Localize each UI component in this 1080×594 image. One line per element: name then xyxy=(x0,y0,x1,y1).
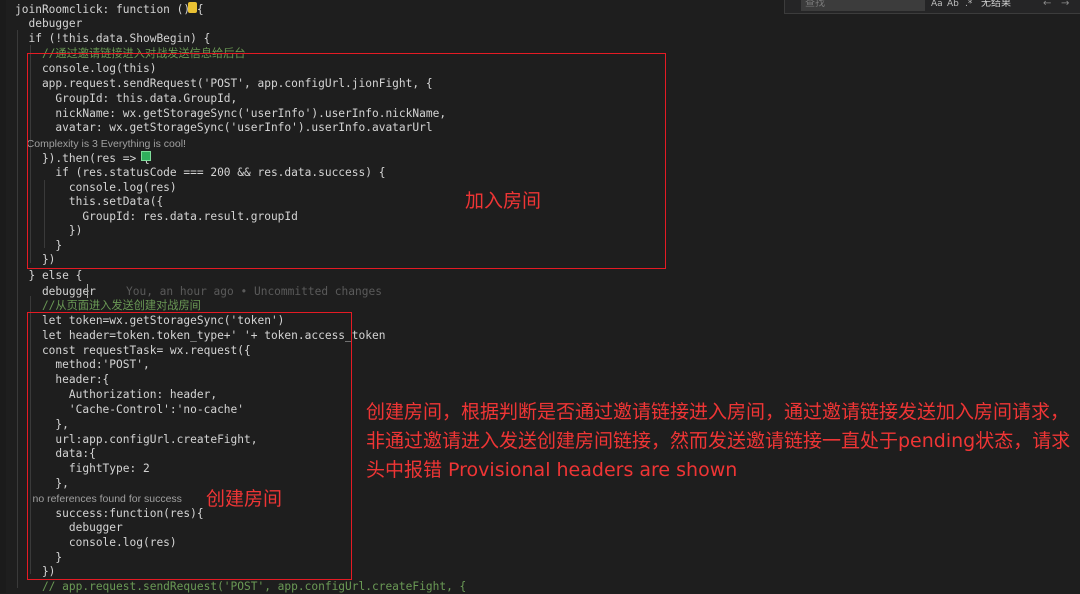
code-line: debugger xyxy=(15,17,83,30)
code-comment-line: //从页面进入发送创建对战房间 xyxy=(15,299,201,312)
join-room-highlight-box xyxy=(27,53,666,269)
create-room-highlight-box xyxy=(27,312,352,580)
lightbulb-icon[interactable] xyxy=(188,2,197,13)
code-line: debugger xyxy=(15,285,96,298)
code-line: } else { xyxy=(15,269,83,282)
git-blame-annotation: You, an hour ago • Uncommitted changes xyxy=(126,285,382,298)
code-comment-line: // app.request.sendRequest('POST', app.c… xyxy=(15,580,467,593)
editor-gutter xyxy=(0,0,6,593)
match-case-toggle[interactable]: Aa xyxy=(931,0,943,11)
text-cursor xyxy=(87,284,88,298)
code-line: if (!this.data.ShowBegin) { xyxy=(15,32,211,45)
whole-word-toggle[interactable]: Ab xyxy=(947,0,959,11)
annotation-note: 创建房间，根据判断是否通过邀请链接进入房间，通过邀请链接发送加入房间请求，非通过… xyxy=(366,401,1071,481)
previous-match-icon[interactable]: ← xyxy=(1043,0,1051,11)
find-result-count: 无结果 xyxy=(981,0,1011,9)
find-input[interactable]: 查找 xyxy=(801,0,925,11)
code-line: joinRoomclick: function () { xyxy=(15,3,204,16)
find-widget: 查找 Aa Ab .* 无结果 ← → xyxy=(784,0,1080,14)
regex-toggle[interactable]: .* xyxy=(965,0,972,11)
next-match-icon[interactable]: → xyxy=(1061,0,1069,11)
join-room-label: 加入房间 xyxy=(465,190,542,212)
create-room-label: 创建房间 xyxy=(206,488,283,510)
